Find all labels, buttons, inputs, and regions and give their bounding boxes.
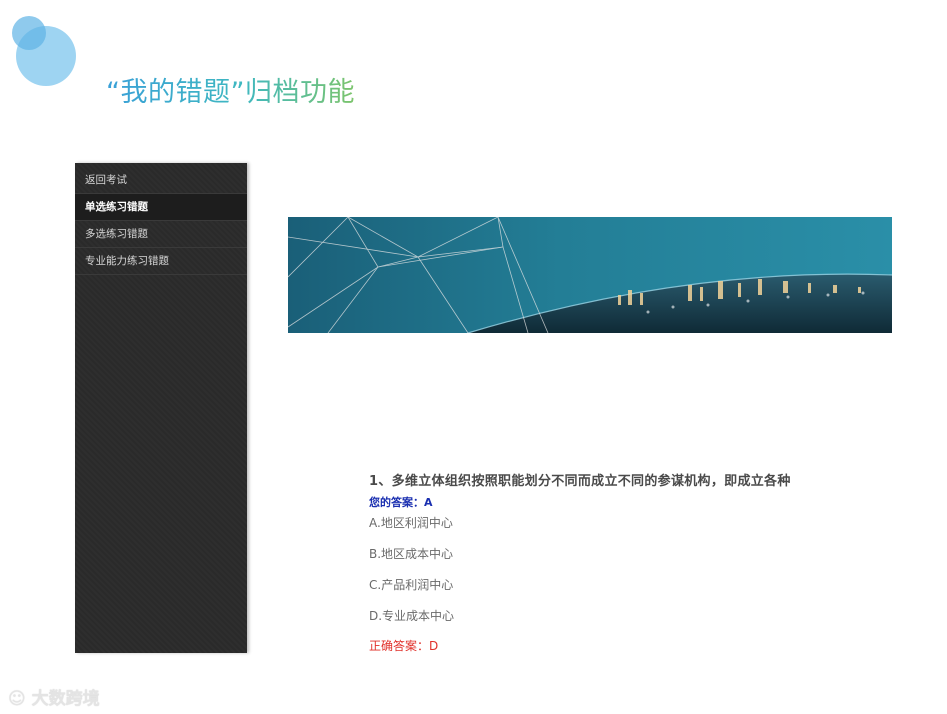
watermark-logo: ☺ 大数跨境 [8, 684, 100, 709]
sidebar: 返回考试 单选练习错题 多选练习错题 专业能力练习错题 [75, 163, 247, 653]
option-c[interactable]: C.产品利润中心 [369, 576, 453, 593]
option-b[interactable]: B.地区成本中心 [369, 545, 453, 562]
watermark-text: 大数跨境 [31, 689, 100, 709]
sidebar-item-professional-errors[interactable]: 专业能力练习错题 [75, 248, 247, 275]
question-text: 1、多维立体组织按照职能划分不同而成立不同的参谋机构，即成立各种 [369, 474, 791, 489]
slide-title: “我的错题”归档功能 [106, 70, 355, 109]
option-d[interactable]: D.专业成本中心 [369, 607, 454, 624]
sidebar-item-return-exam[interactable]: 返回考试 [75, 167, 247, 194]
city-skyline-banner-image [288, 217, 892, 333]
sidebar-item-single-choice-errors[interactable]: 单选练习错题 [75, 194, 247, 221]
question-block: 1、多维立体组织按照职能划分不同而成立不同的参谋机构，即成立各种 您的答案：A … [369, 470, 909, 653]
decorative-bubbles-icon [12, 16, 76, 86]
banner-image [288, 217, 892, 333]
correct-answer: 正确答案：D [369, 639, 439, 653]
your-answer: 您的答案：A [369, 496, 433, 509]
watermark-icon: ☺ [8, 689, 26, 709]
option-a[interactable]: A.地区利润中心 [369, 514, 453, 531]
sidebar-menu: 返回考试 单选练习错题 多选练习错题 专业能力练习错题 [75, 163, 247, 275]
sidebar-item-multi-choice-errors[interactable]: 多选练习错题 [75, 221, 247, 248]
